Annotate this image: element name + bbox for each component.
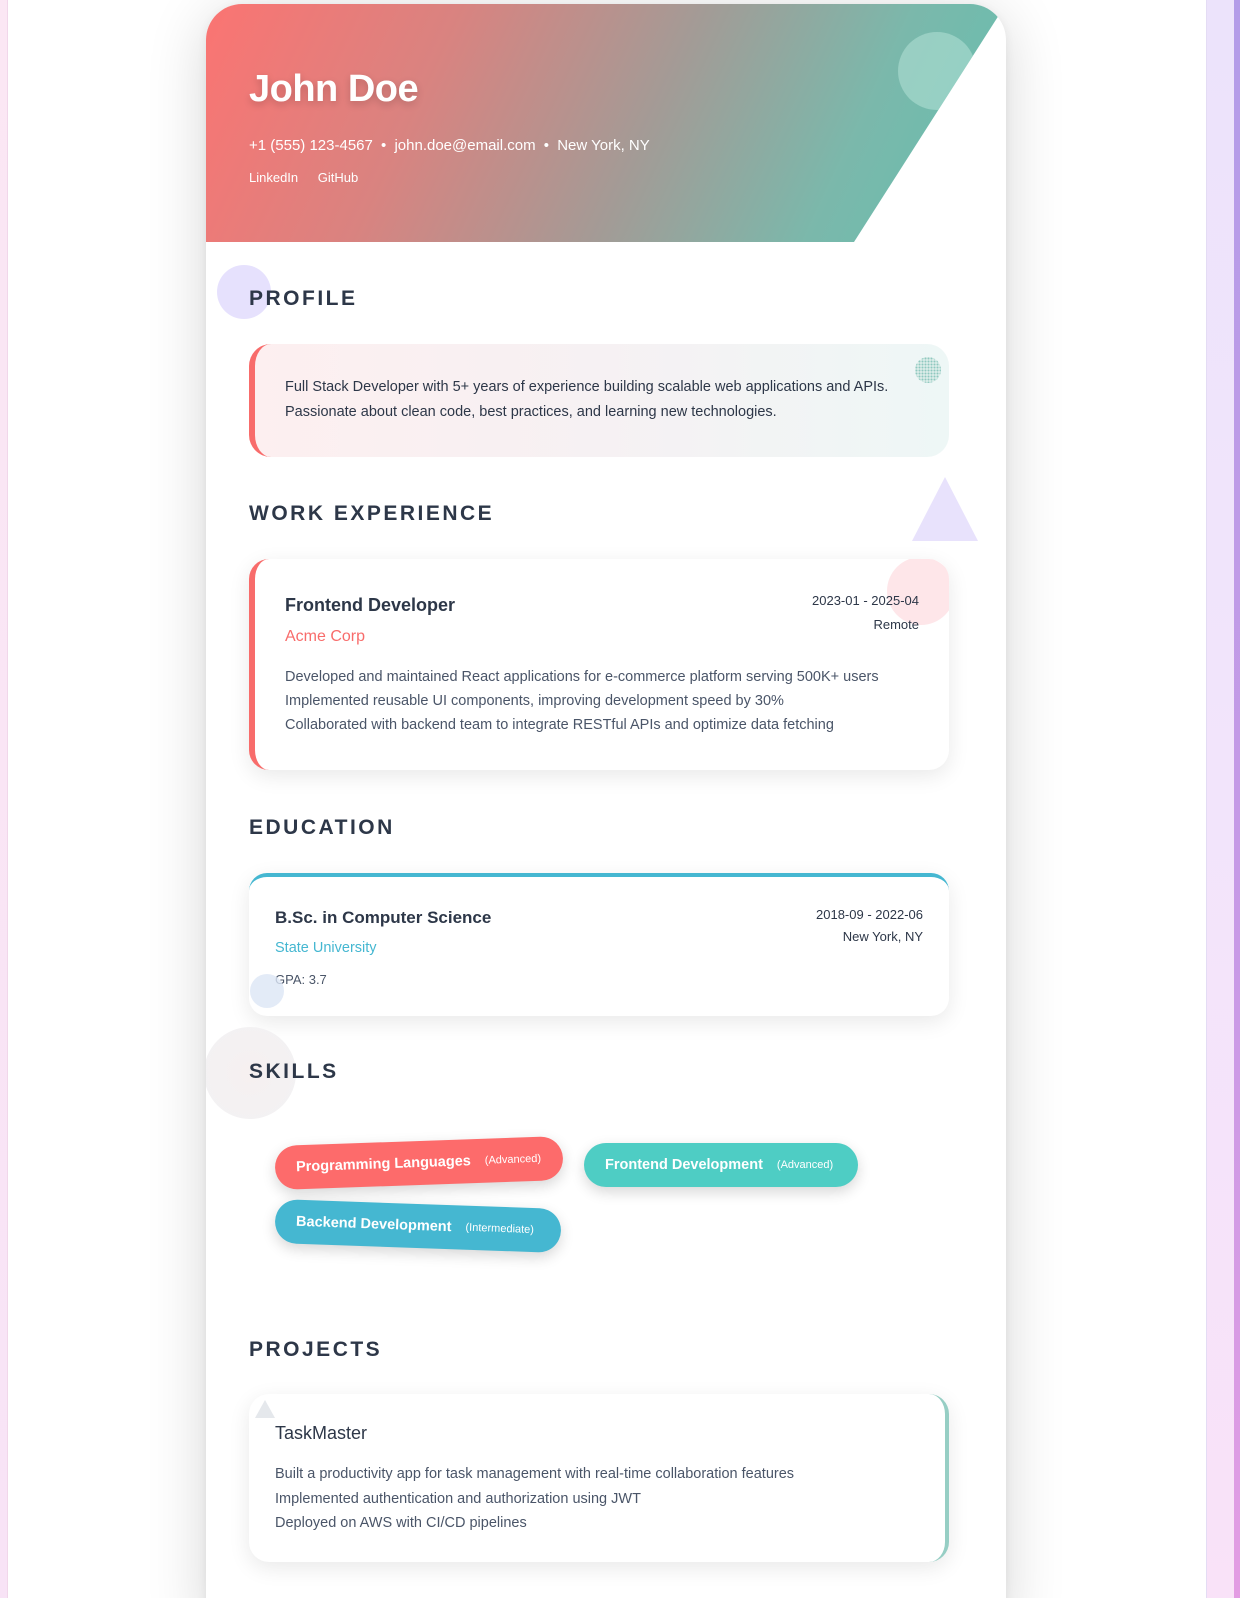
decorative-circle — [898, 32, 976, 110]
profile-summary-line: Passionate about clean code, best practi… — [285, 404, 777, 420]
section-title-projects: PROJECTS — [249, 1338, 383, 1361]
section-title-skills: SKILLS — [249, 1060, 339, 1083]
work-card: Frontend Developer Acme Corp 2023-01 - 2… — [249, 559, 949, 770]
page-edge-left — [0, 0, 8, 1598]
job-title: Frontend Developer — [285, 595, 456, 615]
separator: • — [543, 137, 550, 154]
section-title-profile: PROFILE — [249, 287, 358, 310]
profile-summary: Full Stack Developer with 5+ years of ex… — [285, 375, 925, 425]
skill-name: Backend Development — [295, 1213, 452, 1236]
job-bullets: Developed and maintained React applicati… — [285, 665, 879, 737]
location: New York, NY — [557, 137, 650, 154]
project-title: TaskMaster — [275, 1423, 368, 1443]
section-title-work: WORK EXPERIENCE — [249, 502, 495, 525]
skill-tag[interactable]: Frontend Development (Advanced) — [584, 1143, 858, 1187]
phone: +1 (555) 123-4567 — [249, 137, 373, 154]
list-item: Built a productivity app for task manage… — [275, 1466, 795, 1482]
list-item: Implemented reusable UI components, impr… — [285, 693, 784, 709]
section-title-education: EDUCATION — [249, 816, 395, 839]
skill-name: Frontend Development — [605, 1157, 763, 1173]
job-dates: 2023-01 - 2025-04 — [812, 593, 919, 608]
separator: • — [381, 137, 387, 154]
project-bullets: Built a productivity app for task manage… — [275, 1462, 794, 1536]
degree: B.Sc. in Computer Science — [275, 908, 492, 927]
decorative-circle — [887, 559, 949, 625]
list-item: Developed and maintained React applicati… — [285, 669, 879, 685]
candidate-name: John Doe — [249, 68, 419, 110]
list-item: Collaborated with backend team to integr… — [285, 717, 834, 733]
list-item: Implemented authentication and authoriza… — [275, 1490, 641, 1507]
profile-links: LinkedIn GitHub — [249, 170, 374, 185]
linkedin-link[interactable]: LinkedIn — [249, 170, 298, 185]
contact-line: +1 (555) 123-4567 • john.doe@email.com •… — [249, 137, 650, 154]
skill-tag[interactable]: Programming Languages (Advanced) — [274, 1135, 564, 1191]
skill-level: (Advanced) — [776, 1159, 834, 1171]
job-location: Remote — [873, 617, 919, 632]
skill-level: (Intermediate) — [465, 1221, 535, 1237]
profile-card: Full Stack Developer with 5+ years of ex… — [249, 344, 949, 457]
education-location: New York, NY — [842, 929, 923, 944]
resume-header: John Doe +1 (555) 123-4567 • john.doe@em… — [206, 4, 1006, 242]
school-name: State University — [275, 940, 377, 956]
resume-page: John Doe +1 (555) 123-4567 • john.doe@em… — [206, 4, 1006, 1598]
education-card: B.Sc. in Computer Science State Universi… — [249, 873, 949, 1016]
company-name: Acme Corp — [285, 628, 366, 645]
email: john.doe@email.com — [394, 137, 536, 154]
github-link[interactable]: GitHub — [318, 170, 358, 185]
skill-name: Programming Languages — [295, 1153, 472, 1176]
project-card: TaskMaster Built a productivity app for … — [249, 1394, 949, 1562]
profile-summary-line: Full Stack Developer with 5+ years of ex… — [285, 379, 889, 395]
list-item: Deployed on AWS with CI/CD pipelines — [275, 1515, 527, 1531]
education-dates: 2018-09 - 2022-06 — [816, 907, 923, 922]
decorative-circle — [250, 974, 284, 1008]
skill-level: (Advanced) — [484, 1152, 542, 1167]
decorative-triangle — [912, 477, 978, 541]
scrollbar[interactable] — [1206, 0, 1240, 1598]
decorative-triangle — [255, 1400, 275, 1418]
skill-tag[interactable]: Backend Development (Intermediate) — [274, 1199, 562, 1253]
